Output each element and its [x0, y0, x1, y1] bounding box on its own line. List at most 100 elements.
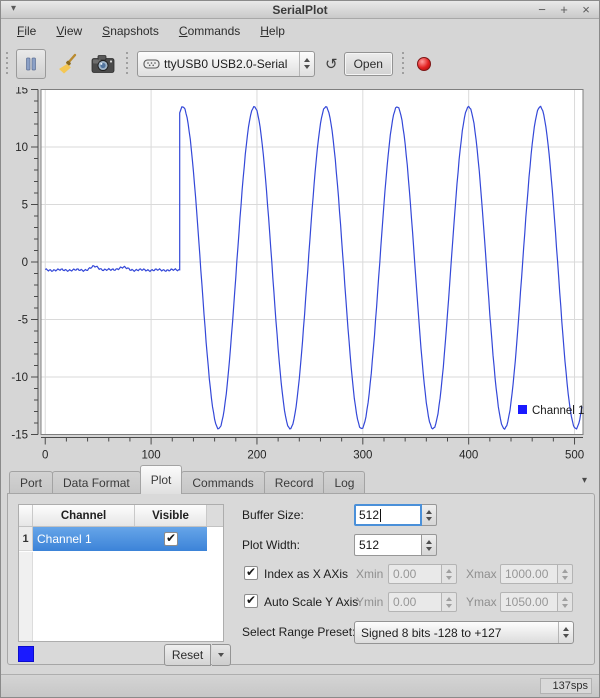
tab-plot[interactable]: Plot [140, 465, 183, 494]
svg-text:0: 0 [22, 257, 28, 269]
tab-log[interactable]: Log [323, 471, 365, 494]
toolbar-drag-handle[interactable] [125, 52, 129, 76]
waveform-plot[interactable]: 0 100 200 300 400 500 -15 -10 -5 0 5 10 15 Channel 1 [5, 87, 597, 461]
channel-color-swatch[interactable] [18, 646, 34, 662]
minimize-icon[interactable]: − [535, 2, 549, 18]
reset-dropdown-button[interactable] [212, 644, 231, 666]
menu-file[interactable]: File [7, 22, 46, 40]
tab-record[interactable]: Record [264, 471, 325, 494]
menu-bar: File View Snapshots Commands Help [1, 20, 599, 41]
serial-port-icon [143, 58, 160, 70]
samples-per-second: 137sps [540, 678, 592, 694]
svg-text:500: 500 [565, 450, 584, 462]
open-port-button[interactable]: Open [344, 52, 393, 76]
channel-visible-cell[interactable] [135, 532, 207, 546]
maximize-icon[interactable]: + [557, 2, 571, 18]
tab-port[interactable]: Port [9, 471, 53, 494]
table-row[interactable]: 1 Channel 1 [19, 527, 223, 551]
plot-tab-page: Channel Visible 1 Channel 1 Reset Buffer… [7, 493, 595, 665]
snapshot-button[interactable] [88, 49, 118, 79]
pause-button[interactable] [16, 49, 46, 79]
port-combo-spinner[interactable] [299, 52, 314, 76]
column-header-channel[interactable]: Channel [33, 505, 135, 526]
svg-text:200: 200 [247, 450, 266, 462]
ymax-value: 1050.00 [500, 592, 558, 612]
plot-width-spinbox[interactable]: 512 [354, 534, 437, 556]
text-caret [380, 509, 381, 522]
visible-checkbox[interactable] [164, 532, 178, 546]
menu-snapshots[interactable]: Snapshots [92, 22, 169, 40]
status-bar: 137sps [1, 674, 599, 697]
toolbar: ttyUSB0 USB2.0-Serial ↺ Open [1, 41, 599, 86]
window-title: SerialPlot [1, 3, 599, 17]
menu-help[interactable]: Help [250, 22, 295, 40]
spin-down-icon[interactable] [304, 65, 310, 69]
table-row-gutter [19, 552, 33, 641]
ymax-label: Ymax [466, 595, 497, 609]
range-preset-combobox[interactable]: Signed 8 bits -128 to +127 [354, 621, 574, 644]
svg-text:Channel 1: Channel 1 [532, 405, 584, 417]
xmax-value: 1000.00 [500, 564, 558, 584]
toolbar-drag-handle[interactable] [5, 52, 9, 76]
autoscale-y-checkbox[interactable] [244, 594, 258, 608]
svg-text:10: 10 [15, 142, 28, 154]
svg-text:-5: -5 [18, 315, 28, 327]
xmax-spinbox: 1000.00 [500, 564, 573, 584]
menu-view[interactable]: View [46, 22, 92, 40]
tab-commands[interactable]: Commands [181, 471, 264, 494]
svg-text:100: 100 [142, 450, 161, 462]
tab-overflow-icon[interactable]: ▾ [582, 475, 587, 486]
svg-text:300: 300 [353, 450, 372, 462]
serialplot-window: ▾ SerialPlot − + × File View Snapshots C… [0, 0, 600, 698]
svg-text:5: 5 [22, 200, 28, 212]
table-corner-cell [19, 505, 33, 526]
xmin-label: Xmin [356, 567, 383, 581]
svg-text:-10: -10 [11, 372, 28, 384]
ymin-label: Ymin [356, 595, 383, 609]
autoscale-y-label: Auto Scale Y Axis [264, 595, 358, 609]
column-header-visible[interactable]: Visible [135, 505, 207, 526]
buffer-size-spinbox[interactable]: 512 [354, 504, 437, 526]
toolbar-drag-handle[interactable] [401, 52, 405, 76]
plot-width-label: Plot Width: [242, 538, 300, 552]
ymin-value: 0.00 [388, 592, 442, 612]
record-indicator-icon[interactable] [417, 57, 431, 71]
chevron-down-icon [218, 653, 224, 657]
svg-text:0: 0 [42, 450, 48, 462]
tab-bar: Port Data Format Plot Commands Record Lo… [9, 465, 591, 494]
ymax-spinbox: 1050.00 [500, 592, 573, 612]
channel-table: Channel Visible 1 Channel 1 [18, 504, 224, 642]
buffer-size-value[interactable]: 512 [359, 508, 379, 522]
window-menu-icon[interactable]: ▾ [11, 3, 16, 14]
camera-icon [90, 52, 116, 76]
pause-icon [24, 57, 38, 71]
range-preset-label: Select Range Preset: [242, 625, 355, 639]
tab-data-format[interactable]: Data Format [52, 471, 141, 494]
clear-plot-button[interactable] [52, 49, 82, 79]
plot-area[interactable]: 0 100 200 300 400 500 -15 -10 -5 0 5 10 15 Channel 1 [5, 87, 597, 461]
buffer-size-spin-buttons[interactable] [422, 504, 437, 526]
row-number: 1 [19, 527, 33, 551]
menu-commands[interactable]: Commands [169, 22, 250, 40]
refresh-ports-icon[interactable]: ↺ [325, 55, 338, 73]
close-icon[interactable]: × [579, 2, 593, 18]
brush-icon [55, 52, 79, 76]
index-x-checkbox[interactable] [244, 566, 258, 580]
table-header-filler [207, 505, 223, 526]
plot-width-spin-buttons[interactable] [422, 534, 437, 556]
title-bar[interactable]: ▾ SerialPlot − + × [1, 1, 599, 19]
svg-text:-15: -15 [11, 430, 28, 442]
xmin-value: 0.00 [388, 564, 442, 584]
svg-text:400: 400 [459, 450, 478, 462]
plot-width-value[interactable]: 512 [354, 534, 422, 556]
channel-name-cell[interactable]: Channel 1 [33, 532, 135, 546]
range-preset-spinner[interactable] [558, 622, 573, 643]
reset-button[interactable]: Reset [164, 644, 211, 666]
xmin-spinbox: 0.00 [388, 564, 457, 584]
spin-up-icon[interactable] [304, 58, 310, 62]
index-x-label: Index as X AXis [264, 567, 348, 581]
svg-text:15: 15 [15, 87, 28, 97]
ymin-spinbox: 0.00 [388, 592, 457, 612]
serial-port-value: ttyUSB0 USB2.0-Serial [164, 57, 299, 71]
serial-port-combobox[interactable]: ttyUSB0 USB2.0-Serial [137, 51, 315, 77]
